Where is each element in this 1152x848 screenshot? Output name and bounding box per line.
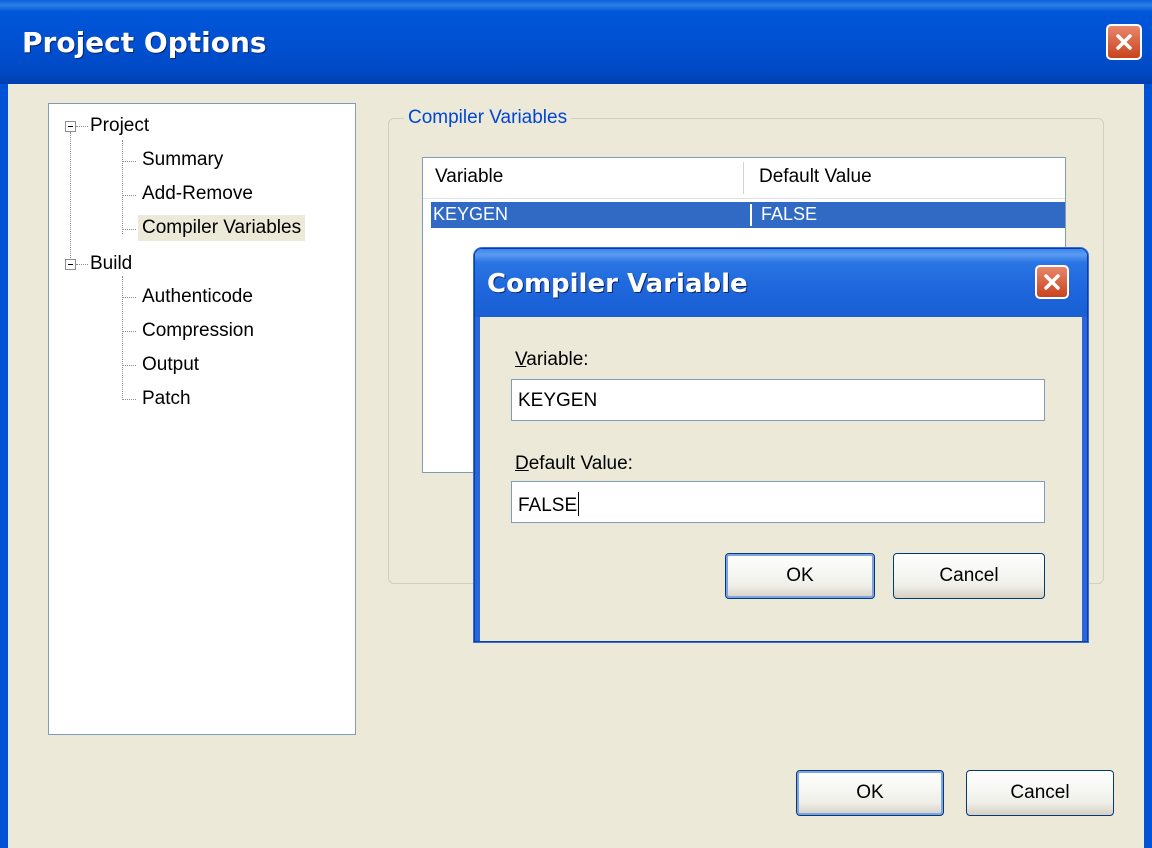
dialog-ok-button[interactable]: OK: [725, 553, 875, 599]
tree-item-compiler-variables[interactable]: Compiler Variables: [138, 215, 306, 241]
column-divider[interactable]: [743, 162, 744, 194]
tree-line: [122, 399, 136, 400]
tree-line: [122, 297, 136, 298]
dialog-title: Compiler Variable: [487, 269, 748, 299]
window-border-right: [1144, 84, 1152, 848]
options-tree[interactable]: Project Summary Add-Remove Compiler Vari…: [48, 103, 356, 735]
window-border-left: [0, 84, 8, 848]
ok-button[interactable]: OK: [796, 770, 944, 816]
default-value-input-content: FALSE: [518, 492, 580, 517]
tree-line: [122, 161, 136, 162]
cell-variable: KEYGEN: [433, 204, 509, 224]
cell-default-value: FALSE: [761, 204, 818, 224]
close-icon: [1116, 34, 1132, 50]
tree-line: [122, 331, 136, 332]
variable-label-accelerator: V: [515, 349, 527, 370]
tree-item-patch[interactable]: Patch: [142, 386, 191, 412]
list-header: Variable Default Value: [423, 158, 1065, 199]
tree-item-compression[interactable]: Compression: [142, 318, 254, 344]
tree-line: [122, 276, 123, 400]
default-value-label: Default Value:: [515, 453, 633, 475]
default-value-input[interactable]: FALSE: [511, 481, 1045, 523]
tree-line: [122, 195, 136, 196]
tree-item-build[interactable]: Build: [90, 251, 132, 277]
dialog-cancel-button[interactable]: Cancel: [893, 553, 1045, 599]
dialog-close-button[interactable]: [1035, 265, 1069, 299]
tree-line: [122, 365, 136, 366]
text-caret: [578, 492, 580, 516]
default-value-label-accelerator: D: [515, 453, 529, 474]
dialog-border-right: [1082, 317, 1087, 641]
tree-line: [122, 140, 123, 234]
compiler-variable-dialog: Compiler Variable Variable: KEYGEN Defau…: [474, 248, 1088, 642]
tree-item-summary[interactable]: Summary: [142, 147, 223, 173]
project-options-window: Project Options Project Summary Add-Remo…: [0, 0, 1152, 848]
title-bar[interactable]: Project Options: [0, 0, 1152, 84]
tree-item-project[interactable]: Project: [90, 113, 149, 139]
tree-item-output[interactable]: Output: [142, 352, 199, 378]
default-value-input-value: FALSE: [518, 495, 578, 516]
variable-label-text: ariable:: [526, 349, 589, 370]
collapse-icon[interactable]: [65, 259, 76, 270]
tree-line: [76, 264, 88, 265]
cell-divider: [750, 204, 752, 226]
tree-line: [76, 126, 88, 127]
table-row[interactable]: KEYGEN FALSE: [431, 202, 1065, 228]
variable-input[interactable]: KEYGEN: [511, 379, 1045, 421]
group-title: Compiler Variables: [404, 107, 572, 129]
default-value-label-text: efault Value:: [528, 453, 633, 474]
tree-item-add-remove[interactable]: Add-Remove: [142, 181, 253, 207]
column-header-variable[interactable]: Variable: [435, 166, 503, 188]
column-header-default-value[interactable]: Default Value: [759, 166, 872, 188]
tree-line: [70, 132, 71, 268]
tree-line: [122, 229, 136, 230]
variable-label: Variable:: [515, 349, 589, 371]
close-button[interactable]: [1106, 24, 1142, 60]
window-title: Project Options: [22, 26, 267, 59]
variable-input-value: KEYGEN: [518, 390, 598, 411]
dialog-title-bar[interactable]: Compiler Variable: [475, 249, 1087, 317]
cancel-button[interactable]: Cancel: [966, 770, 1114, 816]
dialog-border-left: [475, 317, 480, 641]
collapse-icon[interactable]: [65, 121, 76, 132]
close-icon: [1044, 274, 1060, 290]
tree-item-authenticode[interactable]: Authenticode: [142, 284, 253, 310]
